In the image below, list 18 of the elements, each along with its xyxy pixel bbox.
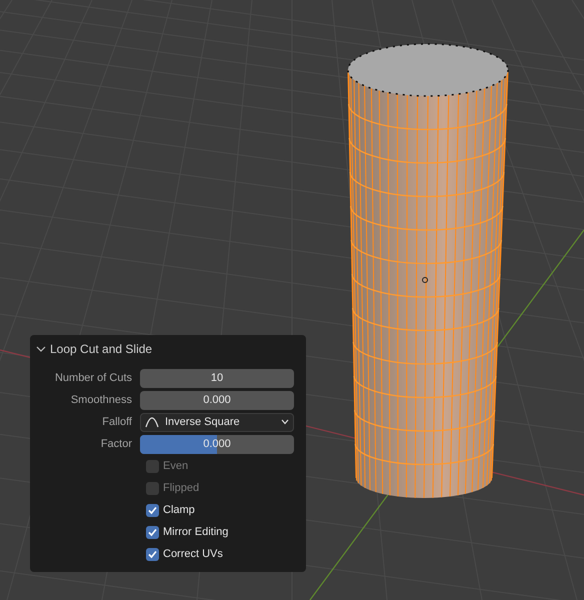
field-label: Falloff	[101, 414, 133, 430]
caret-icon	[281, 419, 289, 425]
falloff-dropdown[interactable]: Inverse Square	[140, 412, 294, 432]
chevron-icon[interactable]	[36, 344, 46, 354]
curve-icon	[145, 416, 159, 428]
field-label: Smoothness	[70, 392, 133, 408]
field-label: Factor	[100, 436, 133, 452]
number-field[interactable]: 10	[140, 368, 294, 388]
option-checkbox[interactable]: Mirror Editing	[146, 524, 228, 540]
check-icon	[148, 506, 157, 514]
option-checkbox[interactable]: Correct UVs	[146, 546, 223, 562]
field-label: Number of Cuts	[54, 370, 133, 386]
check-icon	[148, 528, 157, 536]
check-icon	[148, 550, 157, 558]
panel-title: Loop Cut and Slide	[50, 341, 152, 358]
factor-slider[interactable]: 0.000	[140, 434, 294, 454]
option-checkbox[interactable]: Clamp	[146, 502, 195, 518]
number-field[interactable]: 0.000	[140, 390, 294, 410]
